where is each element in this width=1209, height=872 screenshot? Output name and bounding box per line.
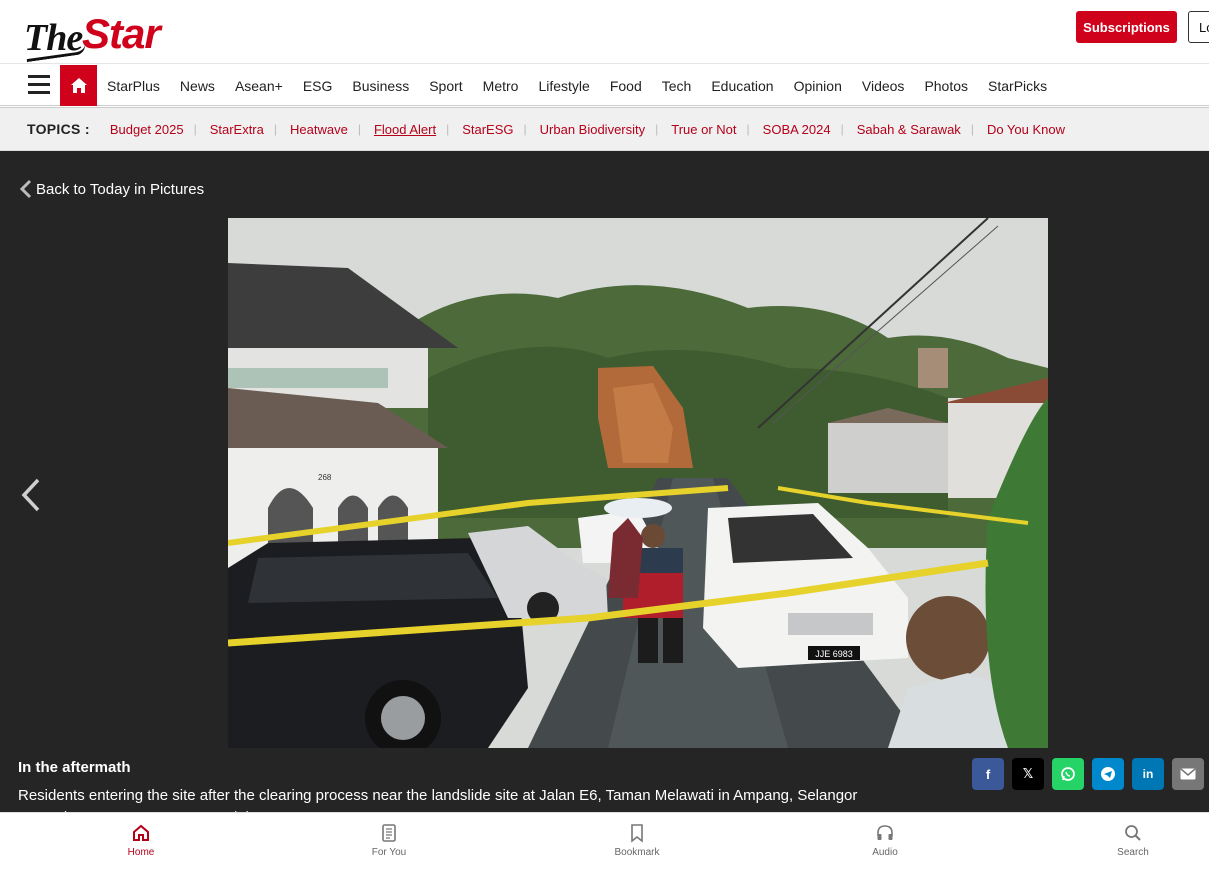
- topic-starextra[interactable]: StarExtra: [210, 122, 264, 137]
- topic-true-or-not[interactable]: True or Not: [671, 122, 736, 137]
- tab-search[interactable]: Search: [1093, 823, 1173, 858]
- nav-item-sport[interactable]: Sport: [429, 78, 462, 94]
- tab-for-you-label: For You: [371, 847, 407, 858]
- nav-item-opinion[interactable]: Opinion: [794, 78, 842, 94]
- whatsapp-icon: [1061, 767, 1075, 781]
- topic-divider: |: [193, 122, 197, 136]
- share-email-button[interactable]: [1172, 758, 1204, 790]
- topic-divider: |: [446, 122, 450, 136]
- share-facebook-button[interactable]: f: [972, 758, 1004, 790]
- landslide-photo-illustration: JJE 6983 268: [228, 218, 1048, 748]
- facebook-icon: f: [985, 766, 991, 782]
- nav-item-business[interactable]: Business: [352, 78, 409, 94]
- nav-item-esg[interactable]: ESG: [303, 78, 333, 94]
- topic-soba-2024[interactable]: SOBA 2024: [763, 122, 831, 137]
- topics-label: TOPICS :: [27, 121, 90, 137]
- the-star-logo[interactable]: The Star: [24, 6, 174, 63]
- tab-bookmark-label: Bookmark: [614, 847, 660, 858]
- telegram-icon: [1101, 767, 1115, 781]
- topic-do-you-know[interactable]: Do You Know: [987, 122, 1065, 137]
- topic-divider: |: [273, 122, 277, 136]
- topic-divider: |: [840, 122, 844, 136]
- bottom-navigation: Home For You Bookmark Audio Search: [0, 812, 1209, 872]
- back-link-label: Back to Today in Pictures: [36, 180, 205, 198]
- tab-audio-label: Audio: [872, 847, 898, 858]
- previous-photo-icon[interactable]: [18, 477, 44, 513]
- house-number-text: 268: [318, 473, 332, 482]
- share-x-button[interactable]: 𝕏: [1012, 758, 1044, 790]
- nav-item-asean[interactable]: Asean+: [235, 78, 283, 94]
- photo-caption-title: In the aftermath: [18, 759, 131, 776]
- topics-bar: TOPICS : Budget 2025 | StarExtra | Heatwav…: [0, 108, 1209, 151]
- topic-flood-alert[interactable]: Flood Alert: [374, 122, 436, 137]
- nav-item-food[interactable]: Food: [610, 78, 642, 94]
- login-button[interactable]: Lo: [1188, 11, 1209, 43]
- bookmark-icon: [631, 824, 643, 843]
- nav-item-news[interactable]: News: [180, 78, 215, 94]
- nav-item-photos[interactable]: Photos: [924, 78, 968, 94]
- nav-items: StarPlus News Asean+ ESG Business Sport …: [107, 64, 1067, 108]
- tab-bookmark[interactable]: Bookmark: [597, 823, 677, 858]
- topic-sabah-sarawak[interactable]: Sabah & Sarawak: [857, 122, 961, 137]
- topic-budget-2025[interactable]: Budget 2025: [110, 122, 184, 137]
- nav-item-metro[interactable]: Metro: [483, 78, 519, 94]
- nav-item-starpicks[interactable]: StarPicks: [988, 78, 1047, 94]
- topic-staresg[interactable]: StarESG: [462, 122, 513, 137]
- linkedin-icon: in: [1142, 767, 1154, 781]
- share-telegram-button[interactable]: [1092, 758, 1124, 790]
- share-linkedin-button[interactable]: in: [1132, 758, 1164, 790]
- headphones-icon: [877, 825, 893, 840]
- menu-icon[interactable]: [28, 75, 50, 95]
- logo-star-text: Star: [82, 10, 161, 57]
- topic-urban-biodiversity[interactable]: Urban Biodiversity: [540, 122, 646, 137]
- nav-item-tech[interactable]: Tech: [662, 78, 692, 94]
- subscriptions-button[interactable]: Subscriptions: [1076, 11, 1177, 43]
- home-icon: [70, 78, 87, 93]
- gallery-photo: JJE 6983 268: [228, 218, 1048, 748]
- photo-caption-text: Residents entering the site after the cl…: [18, 787, 858, 804]
- nav-item-videos[interactable]: Videos: [862, 78, 905, 94]
- topic-divider: |: [746, 122, 750, 136]
- topic-heatwave[interactable]: Heatwave: [290, 122, 348, 137]
- tab-home-label: Home: [127, 847, 155, 858]
- topic-divider: |: [523, 122, 527, 136]
- site-header: The Star Subscriptions Lo: [0, 0, 1209, 64]
- home-icon: [133, 824, 149, 841]
- page: The Star Subscriptions Lo StarPlus News …: [0, 0, 1209, 872]
- tab-home[interactable]: Home: [101, 823, 181, 858]
- home-button[interactable]: [60, 65, 97, 106]
- nav-item-education[interactable]: Education: [711, 78, 773, 94]
- photo-gallery: Back to Today in Pictures JJE 6983 268 I…: [0, 151, 1209, 826]
- topic-divider: |: [357, 122, 361, 136]
- topic-divider: |: [970, 122, 974, 136]
- main-nav: StarPlus News Asean+ ESG Business Sport …: [0, 64, 1209, 108]
- search-icon: [1125, 825, 1141, 841]
- nav-item-lifestyle[interactable]: Lifestyle: [538, 78, 589, 94]
- x-icon: 𝕏: [1022, 766, 1034, 781]
- chevron-left-icon: [19, 179, 32, 199]
- back-to-gallery-link[interactable]: Back to Today in Pictures: [18, 179, 204, 199]
- topic-divider: |: [655, 122, 659, 136]
- tab-audio[interactable]: Audio: [845, 823, 925, 858]
- email-icon: [1180, 768, 1196, 780]
- nav-item-starplus[interactable]: StarPlus: [107, 78, 160, 94]
- tab-search-label: Search: [1117, 847, 1149, 858]
- share-whatsapp-button[interactable]: [1052, 758, 1084, 790]
- newspaper-icon: [382, 824, 396, 842]
- license-plate-text: JJE 6983: [815, 649, 853, 659]
- tab-for-you[interactable]: For You: [349, 823, 429, 858]
